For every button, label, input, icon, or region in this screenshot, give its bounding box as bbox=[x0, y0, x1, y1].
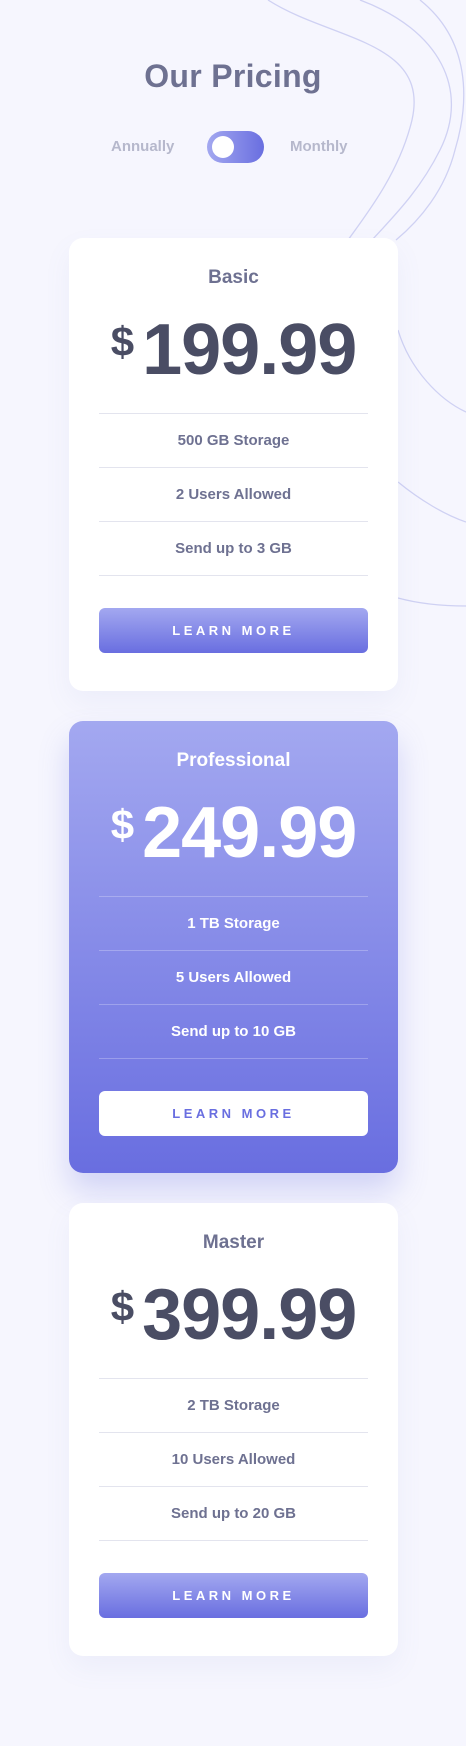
price-amount: 249.99 bbox=[142, 793, 357, 873]
price-amount: 399.99 bbox=[142, 1275, 357, 1355]
pricing-card-professional: Professional $ 249.99 1 TB Storage 5 Use… bbox=[69, 721, 398, 1173]
pricing-card-master: Master $ 399.99 2 TB Storage 10 Users Al… bbox=[69, 1203, 398, 1656]
annually-label[interactable]: Annually bbox=[111, 138, 174, 155]
feature-list: 2 TB Storage 10 Users Allowed Send up to… bbox=[99, 1378, 368, 1541]
price-amount: 199.99 bbox=[142, 310, 357, 390]
feature-item: Send up to 10 GB bbox=[99, 1005, 368, 1059]
billing-toggle-row: Annually Monthly bbox=[0, 130, 466, 164]
feature-item: 500 GB Storage bbox=[99, 414, 368, 468]
currency-symbol: $ bbox=[110, 1283, 135, 1330]
plan-name: Professional bbox=[176, 750, 291, 771]
price: $ 199.99 bbox=[69, 314, 398, 394]
feature-item: 2 TB Storage bbox=[99, 1379, 368, 1433]
currency-symbol: $ bbox=[110, 801, 135, 848]
feature-item: Send up to 3 GB bbox=[99, 522, 368, 576]
toggle-knob bbox=[212, 136, 234, 158]
feature-item: 2 Users Allowed bbox=[99, 468, 368, 522]
learn-more-button-master[interactable]: LEARN MORE bbox=[99, 1573, 368, 1618]
feature-list: 1 TB Storage 5 Users Allowed Send up to … bbox=[99, 896, 368, 1059]
learn-more-button-professional[interactable]: LEARN MORE bbox=[99, 1091, 368, 1136]
feature-item: 1 TB Storage bbox=[99, 897, 368, 951]
learn-more-button-basic[interactable]: LEARN MORE bbox=[99, 608, 368, 653]
feature-item: 10 Users Allowed bbox=[99, 1433, 368, 1487]
page-title: Our Pricing bbox=[144, 58, 322, 94]
billing-period-toggle[interactable] bbox=[207, 131, 264, 163]
plan-name: Basic bbox=[208, 267, 259, 288]
feature-item: 5 Users Allowed bbox=[99, 951, 368, 1005]
price: $ 249.99 bbox=[69, 797, 398, 877]
currency-symbol: $ bbox=[110, 318, 135, 365]
monthly-label[interactable]: Monthly bbox=[290, 138, 348, 155]
price: $ 399.99 bbox=[69, 1279, 398, 1359]
pricing-card-basic: Basic $ 199.99 500 GB Storage 2 Users Al… bbox=[69, 238, 398, 691]
feature-item: Send up to 20 GB bbox=[99, 1487, 368, 1541]
feature-list: 500 GB Storage 2 Users Allowed Send up t… bbox=[99, 413, 368, 576]
plan-name: Master bbox=[202, 1232, 265, 1253]
